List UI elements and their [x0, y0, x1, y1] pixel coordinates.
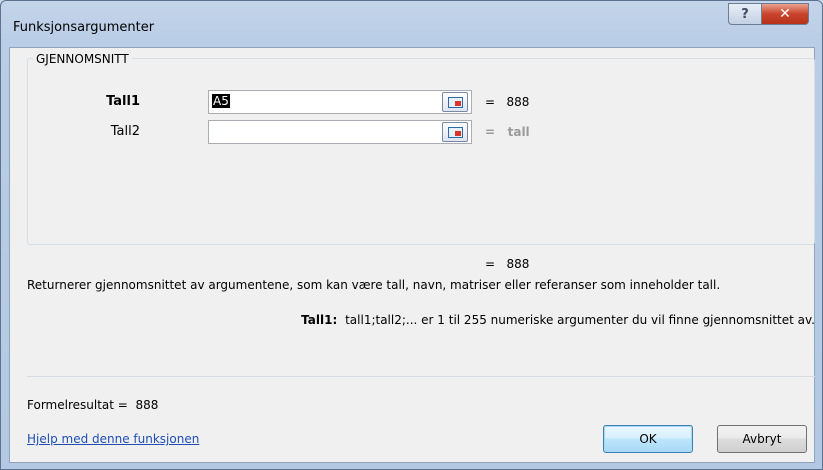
separator: [27, 376, 815, 377]
argument-result-tall2: = tall: [485, 125, 530, 139]
title-bar[interactable]: Funksjonsargumenter ? ✕: [1, 1, 822, 45]
formula-result-value: 888: [135, 398, 159, 412]
ok-button[interactable]: OK: [603, 425, 693, 453]
collapse-dialog-button-tall1[interactable]: [442, 92, 468, 112]
help-link[interactable]: Hjelp med denne funksjonen: [27, 432, 199, 446]
dialog-window: Funksjonsargumenter ? ✕ GJENNOMSNITT Tal…: [0, 0, 823, 470]
equals-sign: =: [485, 95, 496, 109]
argument-result-value-tall1: 888: [506, 95, 530, 109]
argument-help-text: tall1;tall2;... er 1 til 255 numeriske a…: [345, 313, 815, 327]
collapse-dialog-button-tall2[interactable]: [442, 122, 468, 142]
equals-sign: =: [485, 125, 496, 139]
formula-result-label: Formelresultat =: [27, 398, 128, 412]
argument-row-tall2: Tall2 = tall: [10, 120, 816, 144]
dialog-title: Funksjonsargumenter: [13, 20, 155, 35]
argument-help: Tall1: tall1;tall2;... er 1 til 255 nume…: [27, 313, 815, 327]
formula-result: Formelresultat = 888: [27, 398, 158, 412]
function-result: = 888: [485, 257, 529, 271]
help-button[interactable]: ?: [728, 3, 762, 25]
argument-row-tall1: Tall1 A5 = 888: [10, 90, 816, 114]
cancel-button[interactable]: Avbryt: [717, 425, 807, 453]
function-group-box: [27, 58, 815, 245]
argument-input-tall2[interactable]: [208, 120, 472, 144]
argument-input-tall1[interactable]: A5: [208, 90, 472, 114]
argument-help-name: Tall1:: [301, 313, 338, 327]
collapse-dialog-icon: [448, 97, 463, 108]
argument-result-value-tall2: tall: [507, 125, 530, 139]
function-description: Returnerer gjennomsnittet av argumentene…: [27, 278, 721, 292]
argument-label-tall2: Tall2: [110, 124, 140, 139]
argument-label-tall1: Tall1: [106, 94, 140, 109]
collapse-dialog-icon: [448, 127, 463, 138]
close-button[interactable]: ✕: [761, 3, 809, 25]
equals-sign: =: [485, 257, 496, 271]
argument-input-tall1-value: A5: [212, 94, 230, 108]
argument-result-tall1: = 888: [485, 95, 529, 109]
function-result-value: 888: [506, 257, 530, 271]
function-name: GJENNOMSNITT: [33, 52, 132, 66]
dialog-body: GJENNOMSNITT Tall1 A5 = 888 Tall2 = tall…: [9, 47, 815, 463]
